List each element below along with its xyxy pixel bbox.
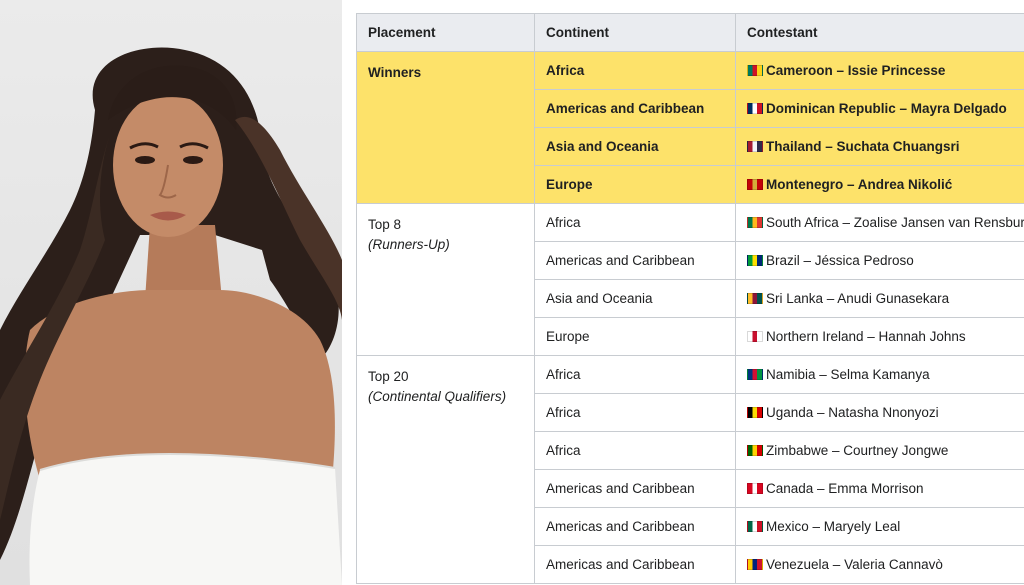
header-contestant[interactable]: Contestant	[735, 13, 1024, 52]
continent-cell: Americas and Caribbean	[534, 241, 736, 280]
contestant-name-link[interactable]: Canada – Emma Morrison	[766, 481, 924, 496]
placement-label: Top 8	[368, 217, 402, 232]
contestant-name-link[interactable]: South Africa – Zoalise Jansen van Rensbu…	[766, 215, 1024, 230]
placement-cell: Winners	[356, 51, 535, 204]
results-table-panel: Placement Continent Contestant Winners Af…	[356, 13, 1024, 585]
country-flag-icon	[747, 407, 763, 418]
country-flag-icon	[747, 141, 763, 152]
contestant-cell: Venezuela – Valeria Cannavò	[735, 545, 1024, 584]
continent-cell: Americas and Caribbean	[534, 89, 736, 128]
contestant-name-link[interactable]: Venezuela – Valeria Cannavò	[766, 557, 943, 572]
contestant-name-link[interactable]: Montenegro – Andrea Nikolić	[766, 177, 952, 192]
contestant-cell: Uganda – Natasha Nnonyozi	[735, 393, 1024, 432]
contestant-cell: Northern Ireland – Hannah Johns	[735, 317, 1024, 356]
contestant-name-link[interactable]: Uganda – Natasha Nnonyozi	[766, 405, 939, 420]
table-body: Winners Africa Cameroon – Issie Princesse A…	[356, 51, 1024, 584]
contestant-name-link[interactable]: Sri Lanka – Anudi Gunasekara	[766, 291, 949, 306]
country-flag-icon	[747, 293, 763, 304]
continent-cell: Africa	[534, 355, 736, 394]
contestant-cell: Namibia – Selma Kamanya	[735, 355, 1024, 394]
table-row: Top 20 (Continental Qualifiers) Africa Nami…	[356, 355, 1024, 584]
continent-cell: Europe	[534, 165, 736, 204]
contestant-portrait-photo	[0, 0, 342, 585]
contestant-cell: Thailand – Suchata Chuangsri	[735, 127, 1024, 166]
contestant-cell: Canada – Emma Morrison	[735, 469, 1024, 508]
contestant-cell: Cameroon – Issie Princesse	[735, 51, 1024, 90]
country-flag-icon	[747, 445, 763, 456]
contestant-cell: Brazil – Jéssica Pedroso	[735, 241, 1024, 280]
contestant-cell: Zimbabwe – Courtney Jongwe	[735, 431, 1024, 470]
continent-cell: Africa	[534, 51, 736, 90]
contestant-name-link[interactable]: Dominican Republic – Mayra Delgado	[766, 101, 1007, 116]
contestant-name-link[interactable]: Northern Ireland – Hannah Johns	[766, 329, 966, 344]
continent-cell: Africa	[534, 393, 736, 432]
contestant-name-link[interactable]: Mexico – Maryely Leal	[766, 519, 900, 534]
contestant-name-link[interactable]: Brazil – Jéssica Pedroso	[766, 253, 914, 268]
contestant-cell: Mexico – Maryely Leal	[735, 507, 1024, 546]
placement-cell: Top 20 (Continental Qualifiers)	[356, 355, 535, 584]
header-continent[interactable]: Continent	[534, 13, 736, 52]
placement-subtitle: (Continental Qualifiers)	[368, 389, 507, 404]
country-flag-icon	[747, 255, 763, 266]
portrait-illustration	[0, 47, 342, 585]
country-flag-icon	[747, 559, 763, 570]
country-flag-icon	[747, 217, 763, 228]
table-row: Top 8 (Runners-Up) Africa South Africa – Zo…	[356, 203, 1024, 356]
continent-cell: Asia and Oceania	[534, 279, 736, 318]
results-table: Placement Continent Contestant Winners Af…	[356, 13, 1024, 584]
table-row: Winners Africa Cameroon – Issie Princesse	[356, 51, 1024, 204]
contestant-cell: South Africa – Zoalise Jansen van Rensbu…	[735, 203, 1024, 242]
contestant-cell: Montenegro – Andrea Nikolić	[735, 165, 1024, 204]
continent-cell: Americas and Caribbean	[534, 545, 736, 584]
country-flag-icon	[747, 331, 763, 342]
placement-subtitle: (Runners-Up)	[368, 237, 450, 252]
divider-gap	[342, 0, 356, 585]
country-flag-icon	[747, 521, 763, 532]
continent-cell: Asia and Oceania	[534, 127, 736, 166]
continent-cell: Americas and Caribbean	[534, 469, 736, 508]
contestant-name-link[interactable]: Namibia – Selma Kamanya	[766, 367, 930, 382]
placement-label: Top 20	[368, 369, 409, 384]
continent-cell: Africa	[534, 431, 736, 470]
continent-cell: Africa	[534, 203, 736, 242]
country-flag-icon	[747, 369, 763, 380]
contestant-name-link[interactable]: Zimbabwe – Courtney Jongwe	[766, 443, 948, 458]
contestant-cell: Sri Lanka – Anudi Gunasekara	[735, 279, 1024, 318]
contestant-name-link[interactable]: Cameroon – Issie Princesse	[766, 63, 945, 78]
country-flag-icon	[747, 179, 763, 190]
continent-cell: Americas and Caribbean	[534, 507, 736, 546]
country-flag-icon	[747, 103, 763, 114]
contestant-name-link[interactable]: Thailand – Suchata Chuangsri	[766, 139, 960, 154]
placement-label: Winners	[368, 65, 422, 80]
country-flag-icon	[747, 483, 763, 494]
contestant-cell: Dominican Republic – Mayra Delgado	[735, 89, 1024, 128]
table-header-row: Placement Continent Contestant	[356, 13, 1024, 52]
continent-cell: Europe	[534, 317, 736, 356]
placement-cell: Top 8 (Runners-Up)	[356, 203, 535, 356]
country-flag-icon	[747, 65, 763, 76]
header-placement[interactable]: Placement	[356, 13, 535, 52]
